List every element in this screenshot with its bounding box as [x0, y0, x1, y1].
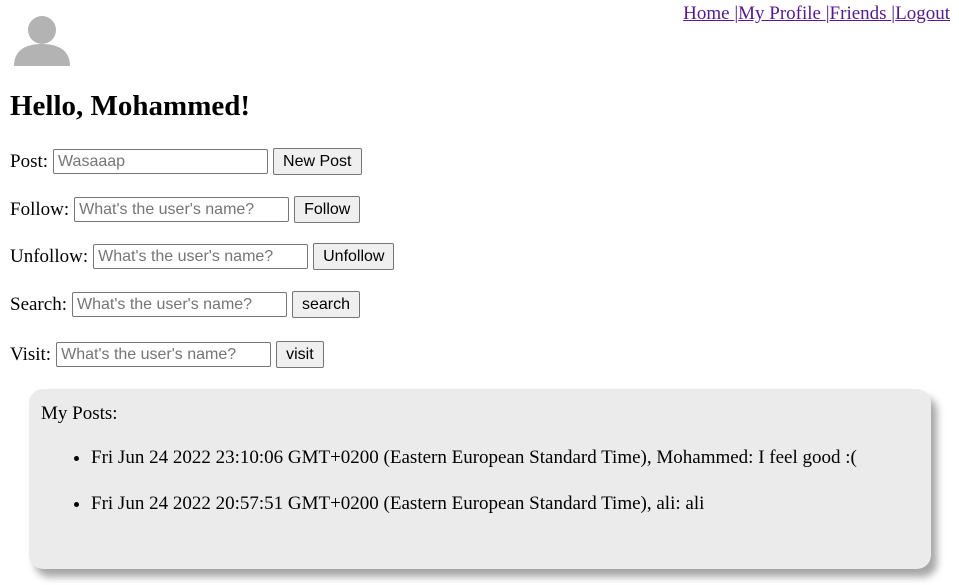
- post-item: Fri Jun 24 2022 20:57:51 GMT+0200 (Easte…: [91, 493, 919, 515]
- follow-label: Follow:: [10, 198, 70, 220]
- my-posts-title: My Posts:: [41, 403, 118, 424]
- follow-button[interactable]: Follow: [294, 196, 361, 223]
- search-input[interactable]: [71, 292, 287, 317]
- nav-link-my-profile[interactable]: My Profile: [738, 3, 826, 24]
- post-input[interactable]: [53, 149, 269, 174]
- follow-input[interactable]: [74, 197, 290, 222]
- new-post-button[interactable]: New Post: [273, 148, 362, 175]
- nav-link-logout[interactable]: Logout: [895, 3, 950, 24]
- visit-label: Visit:: [10, 343, 52, 365]
- unfollow-button[interactable]: Unfollow: [313, 243, 395, 270]
- unfollow-form: Unfollow: Unfollow: [10, 243, 395, 270]
- post-label: Post:: [10, 150, 49, 172]
- visit-form: Visit: visit: [10, 341, 324, 368]
- nav-link-friends[interactable]: Friends: [830, 3, 892, 24]
- post-item: Fri Jun 24 2022 23:10:06 GMT+0200 (Easte…: [91, 447, 919, 469]
- visit-input[interactable]: [56, 342, 272, 367]
- page: Home |My Profile |Friends |Logout Hello,…: [0, 0, 959, 585]
- visit-button[interactable]: visit: [276, 341, 324, 368]
- top-nav: Home |My Profile |Friends |Logout: [683, 2, 950, 26]
- search-label: Search:: [10, 293, 67, 315]
- follow-form: Follow: Follow: [10, 196, 361, 223]
- greeting-heading: Hello, Mohammed!: [10, 90, 251, 122]
- posts-list: Fri Jun 24 2022 23:10:06 GMT+0200 (Easte…: [41, 447, 919, 515]
- search-form: Search: search: [10, 291, 361, 318]
- my-posts-panel: My Posts: Fri Jun 24 2022 23:10:06 GMT+0…: [29, 389, 931, 569]
- unfollow-label: Unfollow:: [10, 245, 89, 267]
- unfollow-input[interactable]: [93, 244, 309, 269]
- nav-link-home[interactable]: Home: [683, 3, 734, 24]
- post-form: Post: New Post: [10, 148, 362, 175]
- user-avatar-icon: [14, 16, 70, 66]
- search-button[interactable]: search: [291, 291, 361, 318]
